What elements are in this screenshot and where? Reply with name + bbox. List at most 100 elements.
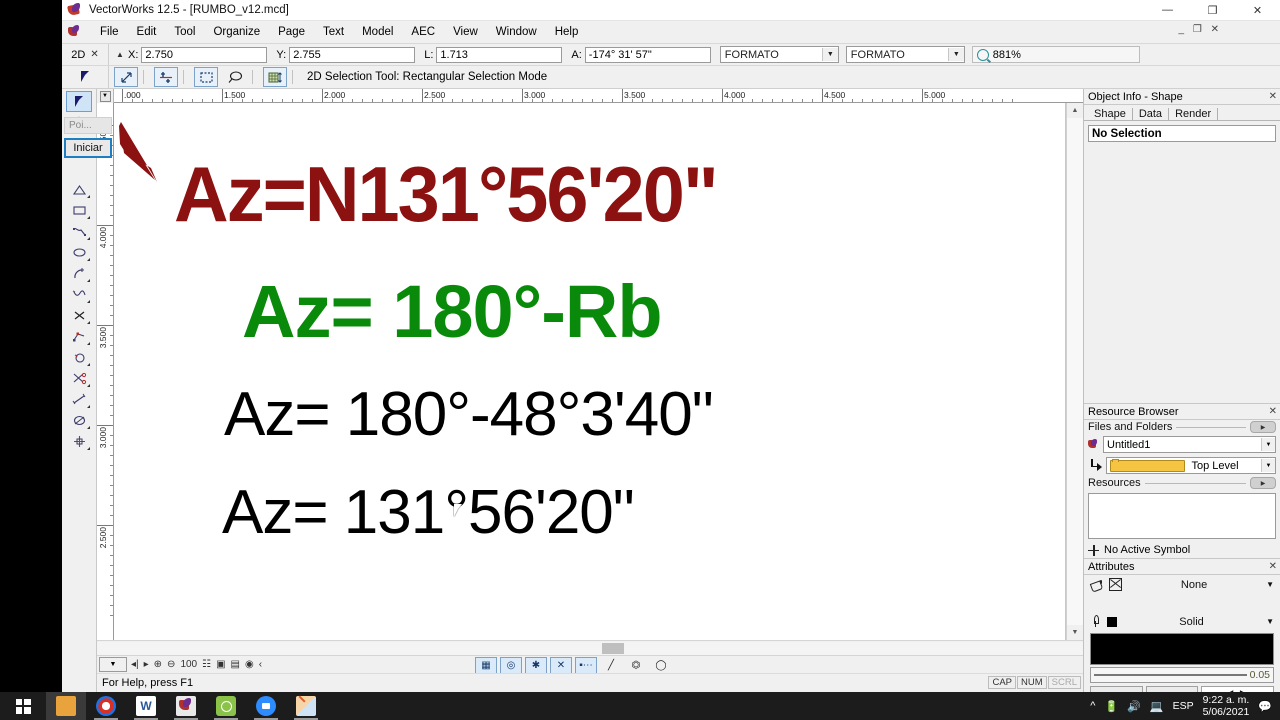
chevron-down-icon[interactable]: ▼	[1266, 617, 1274, 626]
tool-rectangle[interactable]	[66, 200, 92, 221]
horizontal-scrollbar[interactable]	[97, 640, 1083, 655]
menu-item-page[interactable]: Page	[269, 24, 314, 40]
tool-mirror[interactable]	[66, 410, 92, 431]
collapse-chevron-icon[interactable]: ▲	[115, 49, 125, 61]
chevron-down-icon[interactable]: ▼	[1261, 459, 1275, 472]
l-input[interactable]: 1.713	[436, 46, 563, 63]
resources-expand-button[interactable]: ▶	[1250, 477, 1276, 489]
snap-to-intersection-button[interactable]: ✱	[525, 657, 547, 674]
pen-row[interactable]: Solid ▼	[1084, 612, 1280, 631]
taskbar-zoom[interactable]	[246, 692, 286, 720]
resource-browser-title-bar[interactable]: Resource Browser ✕	[1084, 404, 1280, 420]
file-dropdown[interactable]: Untitled1 ▼	[1103, 436, 1276, 453]
tool-arc[interactable]	[66, 263, 92, 284]
tool-rotate[interactable]	[66, 347, 92, 368]
maximize-button[interactable]: ❐	[1190, 0, 1235, 20]
tool-locus[interactable]	[66, 431, 92, 452]
drawing-canvas[interactable]: Az=N131°56'20" Az= 180°-Rb Az= 180°-48°3…	[114, 103, 1066, 640]
chevron-down-icon[interactable]: ▼	[1261, 438, 1275, 451]
vertical-scroll-track[interactable]	[1067, 118, 1083, 625]
clock[interactable]: 9:22 a. m. 5/06/2021	[1203, 694, 1250, 718]
volume-icon[interactable]: 🔊	[1127, 700, 1141, 713]
close-icon[interactable]: ✕	[1269, 91, 1277, 102]
mode-rectangular-selection-button[interactable]	[194, 67, 218, 87]
line-weight-row[interactable]: 0.05	[1090, 667, 1274, 683]
snap-to-grid-button[interactable]: ▦	[475, 657, 497, 674]
menu-item-view[interactable]: View	[444, 24, 487, 40]
format-dropdown-2[interactable]: FORMATO ▼	[845, 46, 965, 63]
ruler-origin-button[interactable]: ▼	[97, 89, 114, 104]
vertical-scrollbar[interactable]: ▲ ▼	[1066, 103, 1083, 640]
menu-item-text[interactable]: Text	[314, 24, 353, 40]
start-button[interactable]	[0, 692, 46, 720]
files-expand-button[interactable]: ▶	[1250, 421, 1276, 433]
chevron-down-icon[interactable]: ▼	[821, 48, 838, 61]
start-button[interactable]: Iniciar	[64, 138, 112, 158]
tool-scissors[interactable]	[66, 368, 92, 389]
tool-dimension[interactable]	[66, 389, 92, 410]
attributes-title-bar[interactable]: Attributes ✕	[1084, 559, 1280, 575]
menu-item-help[interactable]: Help	[546, 24, 588, 40]
tab-data[interactable]: Data	[1133, 108, 1170, 120]
document-window-controls[interactable]: _ ❐ ✕	[1179, 24, 1222, 35]
tab-shape[interactable]: Shape	[1088, 108, 1133, 120]
taskbar-paint[interactable]	[286, 692, 326, 720]
menu-item-file[interactable]: File	[91, 24, 128, 40]
x-input[interactable]: 2.750	[141, 46, 268, 63]
canvas-text-line3[interactable]: Az= 180°-48°3'40"	[224, 379, 714, 450]
canvas-text-line2[interactable]: Az= 180°-Rb	[242, 269, 663, 354]
close-icon[interactable]: ✕	[1269, 561, 1277, 572]
class-icon[interactable]: ▤	[230, 659, 241, 670]
horizontal-scroll-thumb[interactable]	[602, 642, 624, 654]
object-info-title-bar[interactable]: Object Info - Shape ✕	[1084, 89, 1280, 105]
tool-reshape[interactable]	[66, 326, 92, 347]
tool-polyline[interactable]	[66, 221, 92, 242]
snap-tangent-button[interactable]: ◯	[650, 657, 672, 674]
snap-grid-icon[interactable]: ◉	[244, 659, 255, 670]
chevron-down-icon[interactable]: ▼	[947, 48, 964, 61]
menu-item-window[interactable]: Window	[487, 24, 546, 40]
tool-polygon[interactable]	[66, 179, 92, 200]
format-dropdown-1[interactable]: FORMATO ▼	[719, 46, 839, 63]
fill-row[interactable]: None ▼	[1084, 575, 1280, 594]
resources-list[interactable]	[1088, 493, 1276, 539]
mode-lasso-selection-button[interactable]	[223, 67, 247, 87]
fit-page-icon[interactable]: ▣	[215, 659, 226, 670]
previous-view-icon[interactable]: ◂|	[130, 659, 140, 670]
taskbar-file-explorer[interactable]	[46, 692, 86, 720]
next-view-icon[interactable]: ▸	[143, 659, 150, 670]
taskbar-chrome[interactable]	[86, 692, 126, 720]
view-mode-close-icon[interactable]: ✕	[90, 49, 98, 60]
close-button[interactable]: ✕	[1235, 0, 1280, 20]
tool-ellipse[interactable]	[66, 242, 92, 263]
horizontal-scroll-track[interactable]	[97, 641, 1083, 655]
zoom-in-icon[interactable]: ⊕	[153, 659, 163, 670]
network-icon[interactable]: 💻	[1150, 700, 1164, 713]
snap-to-object-button[interactable]: ◎	[500, 657, 522, 674]
battery-icon[interactable]: 🔋	[1104, 700, 1118, 713]
y-input[interactable]: 2.755	[289, 46, 416, 63]
tool-cut[interactable]	[66, 305, 92, 326]
canvas-text-line1[interactable]: Az=N131°56'20"	[174, 149, 719, 240]
snap-constrain-button[interactable]: ⏣	[625, 657, 647, 674]
mode-object-info-button[interactable]	[263, 67, 287, 87]
menu-item-aec[interactable]: AEC	[402, 24, 444, 40]
minimize-button[interactable]: —	[1145, 0, 1190, 20]
show-hidden-icons-chevron-icon[interactable]: ^	[1090, 700, 1095, 712]
close-icon[interactable]: ✕	[1269, 406, 1277, 417]
collapse-icon[interactable]: ‹	[258, 659, 263, 670]
taskbar-vectorworks[interactable]	[166, 692, 206, 720]
canvas-text-line4[interactable]: Az= 131°56'20"	[222, 477, 635, 548]
notifications-icon[interactable]: 💬	[1258, 700, 1272, 713]
zoom-out-icon[interactable]: ⊖	[166, 659, 176, 670]
menu-item-edit[interactable]: Edit	[128, 24, 166, 40]
taskbar-camtasia[interactable]	[206, 692, 246, 720]
view-mode-indicator[interactable]: 2D ✕	[62, 44, 109, 65]
mode-align-button[interactable]	[154, 67, 178, 87]
tool-selection[interactable]	[66, 91, 92, 112]
zoom-percent-label[interactable]: 100	[179, 659, 198, 670]
scroll-up-button[interactable]: ▲	[1067, 103, 1083, 118]
menu-item-model[interactable]: Model	[353, 24, 402, 40]
tab-render[interactable]: Render	[1169, 108, 1219, 120]
taskbar-word[interactable]: W	[126, 692, 166, 720]
